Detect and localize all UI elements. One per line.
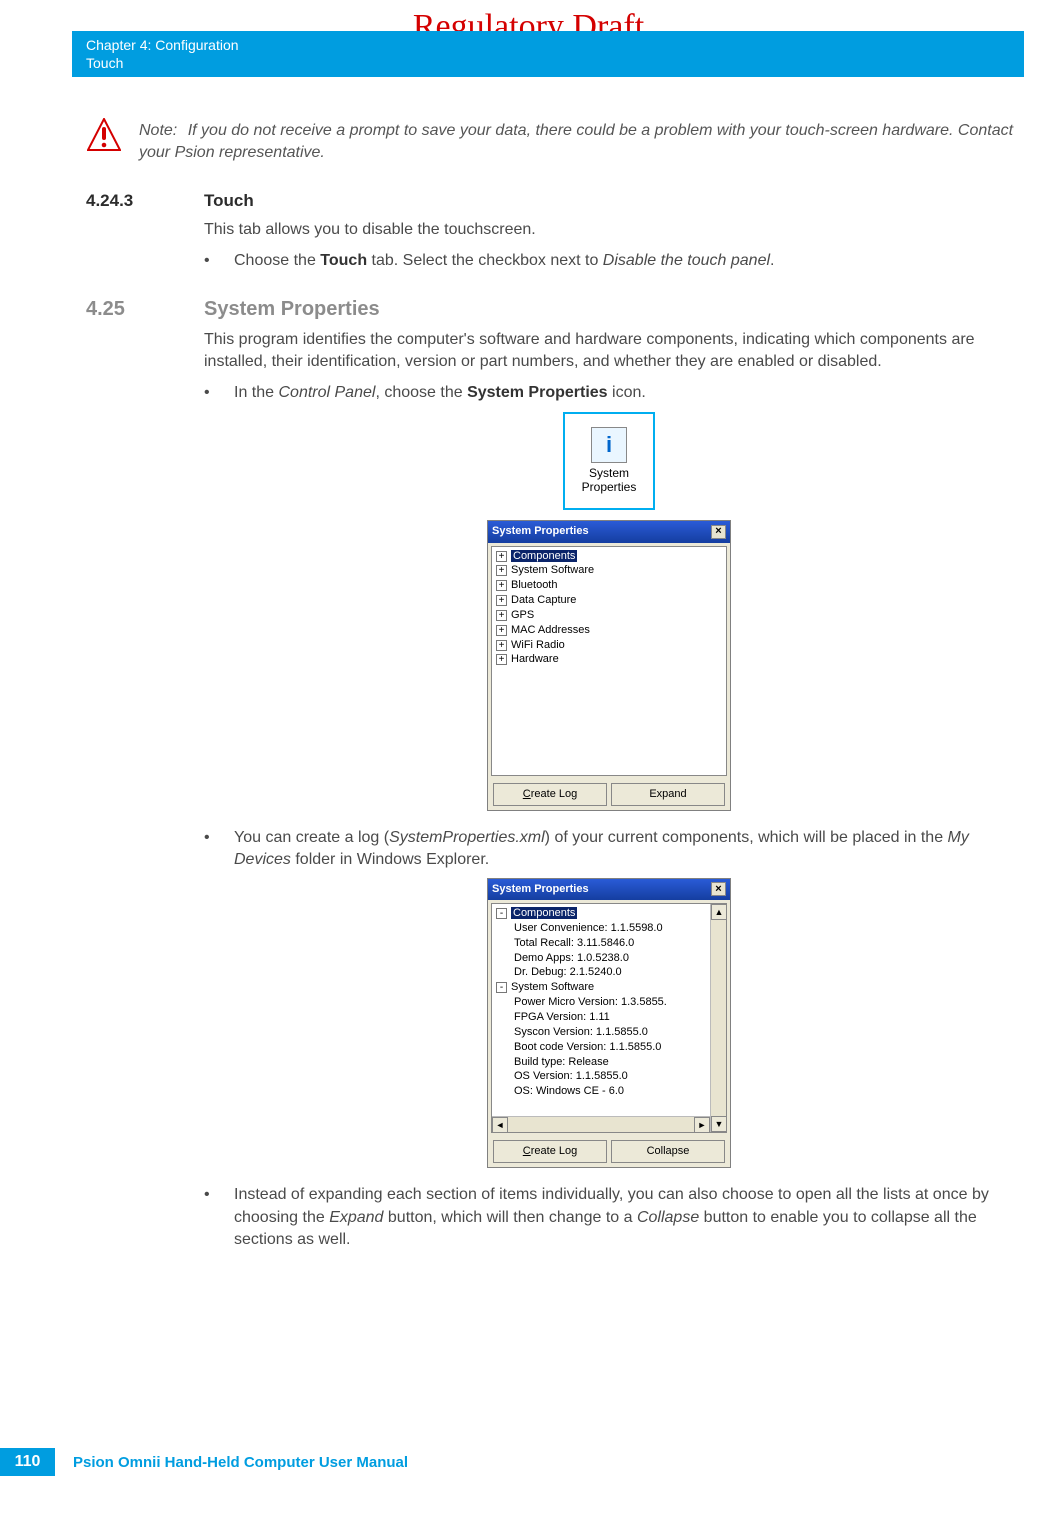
bullet-item: You can create a log (SystemProperties.x…: [204, 827, 1014, 872]
page-number: 110: [0, 1448, 55, 1476]
chapter-header: Chapter 4: Configuration Touch: [72, 31, 1024, 77]
note-body: If you do not receive a prompt to save y…: [139, 122, 1013, 161]
scroll-up-icon[interactable]: ▲: [711, 904, 727, 920]
close-button[interactable]: ×: [711, 525, 726, 539]
tree-item[interactable]: +GPS: [496, 608, 722, 623]
icon-label: SystemProperties: [582, 467, 637, 495]
tree-view[interactable]: -ComponentsUser Convenience: 1.1.5598.0T…: [491, 903, 727, 1133]
tree-item[interactable]: Boot code Version: 1.1.5855.0: [496, 1040, 722, 1055]
scroll-right-icon[interactable]: ►: [694, 1117, 710, 1133]
footer-title: Psion Omnii Hand-Held Computer User Manu…: [73, 1454, 408, 1471]
bullet-item: In the Control Panel, choose the System …: [204, 382, 1014, 404]
tree-item[interactable]: +WiFi Radio: [496, 638, 722, 653]
dialog-title: System Properties: [492, 524, 589, 539]
tree-item[interactable]: User Convenience: 1.1.5598.0: [496, 921, 722, 936]
tree-item[interactable]: Power Micro Version: 1.3.5855.: [496, 995, 722, 1010]
collapse-button[interactable]: Collapse: [611, 1140, 725, 1163]
tree-item[interactable]: +Components: [496, 549, 722, 564]
tree-item[interactable]: Demo Apps: 1.0.5238.0: [496, 951, 722, 966]
chapter-label: Chapter 4: Configuration: [86, 36, 1010, 54]
paragraph: This tab allows you to disable the touch…: [204, 219, 1014, 241]
info-icon: i: [591, 427, 627, 463]
tree-item[interactable]: Syscon Version: 1.1.5855.0: [496, 1025, 722, 1040]
tree-item[interactable]: +MAC Addresses: [496, 623, 722, 638]
scroll-down-icon[interactable]: ▼: [711, 1116, 727, 1132]
scroll-left-icon[interactable]: ◄: [492, 1117, 508, 1133]
tree-item[interactable]: OS Version: 1.1.5855.0: [496, 1069, 722, 1084]
dialog-titlebar: System Properties ×: [488, 521, 730, 542]
bullet-item: Choose the Touch tab. Select the checkbo…: [204, 250, 1014, 272]
section-4-25: 4.25 System Properties: [72, 298, 1024, 321]
close-button[interactable]: ×: [711, 882, 726, 896]
tree-item[interactable]: Total Recall: 3.11.5846.0: [496, 936, 722, 951]
expand-button[interactable]: Expand: [611, 783, 725, 806]
bullet-text: Choose the Touch tab. Select the checkbo…: [234, 250, 1014, 272]
dialog-titlebar: System Properties ×: [488, 879, 730, 900]
note-block: Note: If you do not receive a prompt to …: [72, 118, 1024, 163]
bullet-text: You can create a log (SystemProperties.x…: [234, 827, 1014, 872]
tree-item[interactable]: -Components: [496, 906, 722, 921]
bullet-icon: [204, 1184, 234, 1251]
horizontal-scrollbar[interactable]: ◄ ►: [492, 1116, 710, 1132]
vertical-scrollbar[interactable]: ▲ ▼: [710, 904, 726, 1132]
note-text: Note: If you do not receive a prompt to …: [139, 120, 1024, 163]
tree-item[interactable]: +Hardware: [496, 652, 722, 667]
bullet-icon: [204, 250, 234, 272]
tree-item[interactable]: +Data Capture: [496, 593, 722, 608]
bullet-text: Instead of expanding each section of ite…: [234, 1184, 1014, 1251]
dialog-title: System Properties: [492, 882, 589, 897]
section-4-24-3: 4.24.3 Touch: [72, 191, 1024, 211]
section-title: System Properties: [204, 298, 380, 321]
tree-item[interactable]: -System Software: [496, 980, 722, 995]
tree-item[interactable]: OS: Windows CE - 6.0: [496, 1084, 722, 1099]
paragraph: This program identifies the computer's s…: [204, 329, 1014, 374]
tree-item[interactable]: FPGA Version: 1.11: [496, 1010, 722, 1025]
section-number: 4.24.3: [86, 191, 204, 211]
section-title: Touch: [204, 191, 254, 211]
system-properties-dialog-collapsed: System Properties × +Components+System S…: [487, 520, 731, 811]
tree-item[interactable]: Build type: Release: [496, 1055, 722, 1070]
tree-item[interactable]: +System Software: [496, 563, 722, 578]
warning-icon: [87, 118, 121, 157]
system-properties-dialog-expanded: System Properties × -ComponentsUser Conv…: [487, 878, 731, 1169]
create-log-button[interactable]: Create Log: [493, 783, 607, 806]
tree-item[interactable]: Dr. Debug: 2.1.5240.0: [496, 965, 722, 980]
tree-item[interactable]: +Bluetooth: [496, 578, 722, 593]
tree-view[interactable]: +Components+System Software+Bluetooth+Da…: [491, 546, 727, 776]
chapter-section: Touch: [86, 54, 1010, 72]
bullet-item: Instead of expanding each section of ite…: [204, 1184, 1014, 1251]
section-number: 4.25: [86, 298, 204, 321]
system-properties-icon[interactable]: i SystemProperties: [563, 412, 655, 510]
page-footer: 110 Psion Omnii Hand-Held Computer User …: [0, 1448, 408, 1476]
bullet-icon: [204, 827, 234, 872]
note-label: Note:: [139, 122, 177, 139]
bullet-text: In the Control Panel, choose the System …: [234, 382, 1014, 404]
bullet-icon: [204, 382, 234, 404]
create-log-button[interactable]: Create Log: [493, 1140, 607, 1163]
